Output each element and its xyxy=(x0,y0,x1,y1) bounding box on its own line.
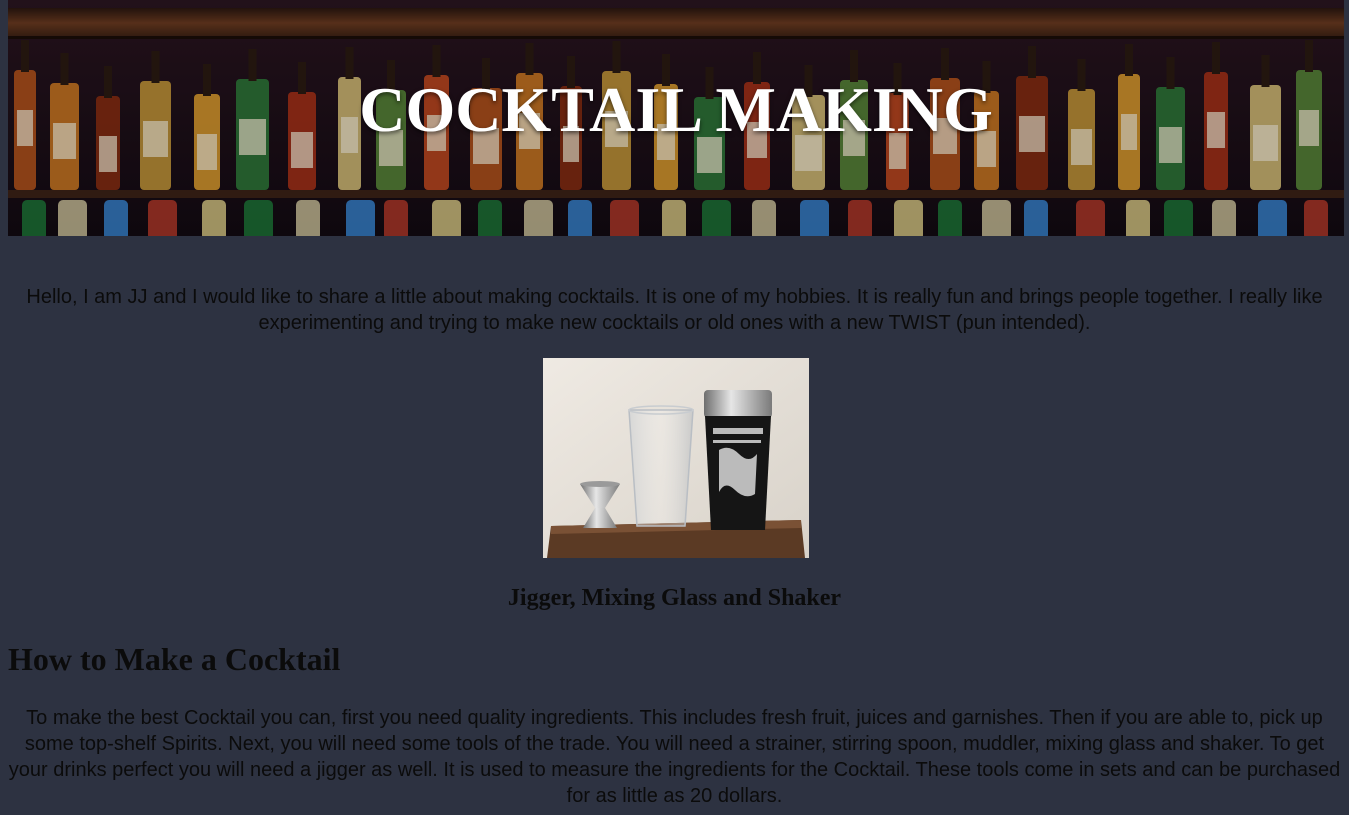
page-title: COCKTAIL MAKING xyxy=(359,74,993,145)
intro-paragraph: Hello, I am JJ and I would like to share… xyxy=(26,286,1323,334)
page: COCKTAIL MAKING Hello, I am JJ and I wou… xyxy=(0,0,1349,815)
tools-photo xyxy=(543,358,809,558)
section-heading: How to Make a Cocktail xyxy=(8,641,341,677)
figure-caption: Jigger, Mixing Glass and Shaker xyxy=(507,585,842,611)
hero-banner: COCKTAIL MAKING xyxy=(8,0,1344,236)
how-to-paragraph: To make the best Cocktail you can, first… xyxy=(8,707,1341,807)
